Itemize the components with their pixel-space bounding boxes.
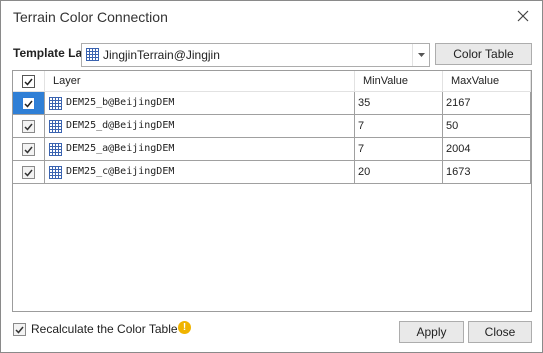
min-cell[interactable]: 20 [355,161,443,184]
recalculate-label[interactable]: Recalculate the Color Table [31,322,178,336]
max-cell[interactable]: 2004 [443,138,531,161]
min-cell[interactable]: 7 [355,138,443,161]
table-row[interactable]: DEM25_b@BeijingDEM 35 2167 [13,92,531,115]
layer-name: DEM25_d@BeijingDEM [66,120,175,131]
min-cell[interactable]: 35 [355,92,443,115]
table-row[interactable]: DEM25_d@BeijingDEM 7 50 [13,115,531,138]
close-icon[interactable] [512,5,534,27]
layer-cell: DEM25_d@BeijingDEM [45,115,355,138]
min-cell[interactable]: 7 [355,115,443,138]
layer-name: DEM25_a@BeijingDEM [66,143,175,154]
max-cell[interactable]: 1673 [443,161,531,184]
layer-cell: DEM25_a@BeijingDEM [45,138,355,161]
header-layer: Layer [45,71,355,92]
layer-name: DEM25_b@BeijingDEM [66,97,175,108]
layer-name: DEM25_c@BeijingDEM [66,166,175,177]
grid-layer-icon [49,166,62,188]
row-check-cell[interactable] [13,161,45,184]
row-check-cell[interactable] [13,115,45,138]
row-checkbox[interactable] [22,166,35,179]
layer-cell: DEM25_c@BeijingDEM [45,161,355,184]
select-all-checkbox[interactable] [22,75,35,88]
row-checkbox[interactable] [22,97,35,110]
row-checkbox[interactable] [22,120,35,133]
max-cell[interactable]: 50 [443,115,531,138]
header-max: MaxValue [443,71,531,92]
template-layer-label: Template Layer [13,46,81,60]
grid-layer-icon [86,48,99,64]
header-select-all[interactable] [13,71,45,92]
max-cell[interactable]: 2167 [443,92,531,115]
header-min: MinValue [355,71,443,92]
template-layer-combo[interactable]: JingjinTerrain@Jingjin [81,43,430,67]
table-header: Layer MinValue MaxValue [13,71,531,92]
warning-icon: ! [178,321,191,334]
color-table-button[interactable]: Color Table [435,43,532,65]
dialog-title: Terrain Color Connection [13,9,168,25]
row-checkbox[interactable] [22,143,35,156]
apply-button[interactable]: Apply [399,321,464,343]
row-check-cell[interactable] [13,138,45,161]
terrain-color-dialog: Terrain Color Connection Template Layer … [0,0,543,353]
layer-cell: DEM25_b@BeijingDEM [45,92,355,115]
row-check-cell[interactable] [13,92,45,115]
table-row[interactable]: DEM25_a@BeijingDEM 7 2004 [13,138,531,161]
chevron-down-icon[interactable] [412,44,429,66]
recalculate-checkbox[interactable] [13,323,26,336]
table-row[interactable]: DEM25_c@BeijingDEM 20 1673 [13,161,531,184]
close-button[interactable]: Close [468,321,532,343]
layers-table: Layer MinValue MaxValue DEM25_b@BeijingD… [12,70,532,312]
template-layer-value: JingjinTerrain@Jingjin [103,48,220,62]
